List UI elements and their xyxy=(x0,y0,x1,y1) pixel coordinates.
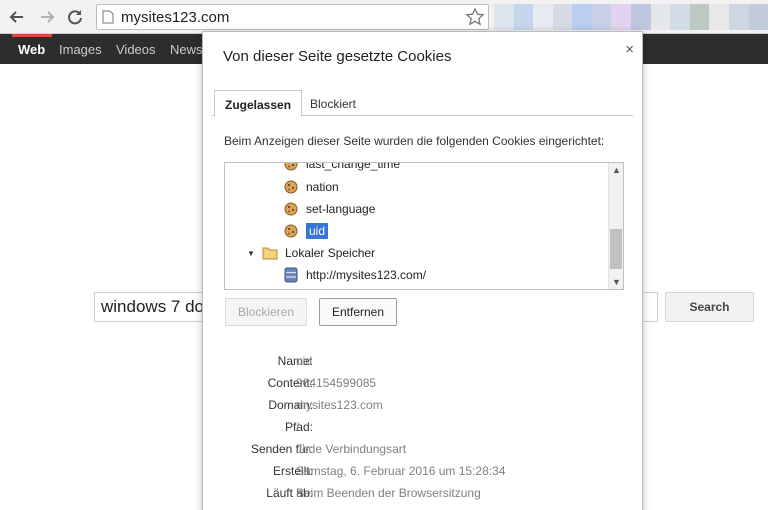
detail-row: Senden für: Jede Verbindungsart xyxy=(203,442,644,464)
tree-item-label: last_change_time xyxy=(306,162,401,171)
forward-button[interactable] xyxy=(36,6,58,28)
blurred-extension-block xyxy=(611,4,632,30)
search-button[interactable]: Search xyxy=(665,292,754,322)
dialog-tabs: Zugelassen Blockiert xyxy=(212,90,633,117)
detail-value: mysites123.com xyxy=(296,398,383,412)
detail-value: / xyxy=(296,420,300,434)
detail-value: 964154599085 xyxy=(296,376,377,390)
detail-value: Jede Verbindungsart xyxy=(296,442,407,456)
tree-item-label: Lokaler Speicher xyxy=(285,246,376,260)
detail-row: Name: uid xyxy=(203,354,644,376)
tab-videos[interactable]: Videos xyxy=(116,42,156,57)
tab-web[interactable]: Web xyxy=(18,42,45,57)
tree-item[interactable]: nation xyxy=(283,176,339,198)
reload-icon xyxy=(68,10,82,25)
scroll-up-icon[interactable]: ▲ xyxy=(609,165,623,175)
blurred-extension-block xyxy=(728,4,749,30)
extensions-area xyxy=(494,4,768,30)
detail-row: Erstellt: Samstag, 6. Februar 2016 um 15… xyxy=(203,464,644,486)
browser-toolbar: mysites123.com xyxy=(0,0,768,34)
detail-row: Content: 964154599085 xyxy=(203,376,644,398)
back-arrow-icon xyxy=(9,11,23,23)
dialog-description: Beim Anzeigen dieser Seite wurden die fo… xyxy=(224,134,605,148)
browser-window: mysites123.com Web Images Videos News wi… xyxy=(0,0,768,510)
blurred-extension-block xyxy=(513,4,534,30)
tree-item-label: set-language xyxy=(306,202,376,216)
folder-icon xyxy=(262,245,278,261)
tab-images[interactable]: Images xyxy=(59,42,102,57)
cookie-icon xyxy=(283,179,299,195)
remove-button[interactable]: Entfernen xyxy=(319,298,397,326)
tree-item[interactable]: set-language xyxy=(283,198,375,220)
blurred-extension-block xyxy=(650,4,671,30)
blurred-extension-block xyxy=(689,4,710,30)
blurred-extension-block xyxy=(631,4,651,30)
blurred-extension-block xyxy=(670,4,690,30)
address-bar-url: mysites123.com xyxy=(121,9,230,26)
cookie-tree[interactable]: last_change_time nation set-language uid… xyxy=(224,162,624,290)
forward-arrow-icon xyxy=(41,11,55,23)
tab-allowed[interactable]: Zugelassen xyxy=(214,90,303,117)
expand-arrow-icon[interactable]: ▼ xyxy=(247,249,259,258)
blurred-extension-block xyxy=(572,4,592,30)
tree-scrollbar[interactable]: ▲ ▼ xyxy=(608,163,623,289)
cookie-icon xyxy=(283,201,299,217)
detail-value: Beim Beenden der Browsersitzung xyxy=(296,486,481,500)
blurred-extension-block xyxy=(748,4,768,30)
database-icon xyxy=(283,267,299,283)
active-tab-indicator xyxy=(12,34,52,37)
blurred-extension-block xyxy=(533,4,553,30)
tree-item-folder[interactable]: ▼ Lokaler Speicher xyxy=(247,242,375,264)
tab-blocked[interactable]: Blockiert xyxy=(300,90,366,116)
dialog-title: Von dieser Seite gesetzte Cookies xyxy=(223,48,452,65)
detail-row: Domain: mysites123.com xyxy=(203,398,644,420)
tree-item-label: uid xyxy=(306,223,329,239)
tree-item-selected[interactable]: uid xyxy=(283,220,329,242)
blurred-extension-block xyxy=(709,4,729,30)
close-icon[interactable]: × xyxy=(625,41,634,58)
scroll-down-icon[interactable]: ▼ xyxy=(609,277,623,287)
reload-button[interactable] xyxy=(64,6,86,28)
tab-news[interactable]: News xyxy=(170,42,203,57)
back-button[interactable] xyxy=(6,6,28,28)
detail-row: Pfad: / xyxy=(203,420,644,442)
tree-item-label: http://mysites123.com/ xyxy=(306,268,427,282)
cookie-icon xyxy=(283,163,299,172)
cookie-icon xyxy=(283,223,299,239)
detail-row: Läuft ab: Beim Beenden der Browsersitzun… xyxy=(203,486,644,508)
bookmark-star-icon[interactable] xyxy=(465,7,485,32)
blurred-extension-block xyxy=(552,4,573,30)
detail-value: Samstag, 6. Februar 2016 um 15:28:34 xyxy=(296,464,506,478)
blurred-extension-block xyxy=(494,4,514,30)
tree-item[interactable]: http://mysites123.com/ xyxy=(283,264,426,286)
scrollbar-thumb[interactable] xyxy=(610,229,622,269)
address-bar[interactable]: mysites123.com xyxy=(96,4,489,30)
tree-item[interactable]: last_change_time xyxy=(283,162,401,175)
detail-value: uid xyxy=(296,354,313,368)
blurred-extension-block xyxy=(591,4,612,30)
block-button[interactable]: Blockieren xyxy=(225,298,307,326)
cookies-dialog: Von dieser Seite gesetzte Cookies × Zuge… xyxy=(202,31,643,510)
tree-item-label: nation xyxy=(306,180,339,194)
page-icon xyxy=(102,10,114,29)
